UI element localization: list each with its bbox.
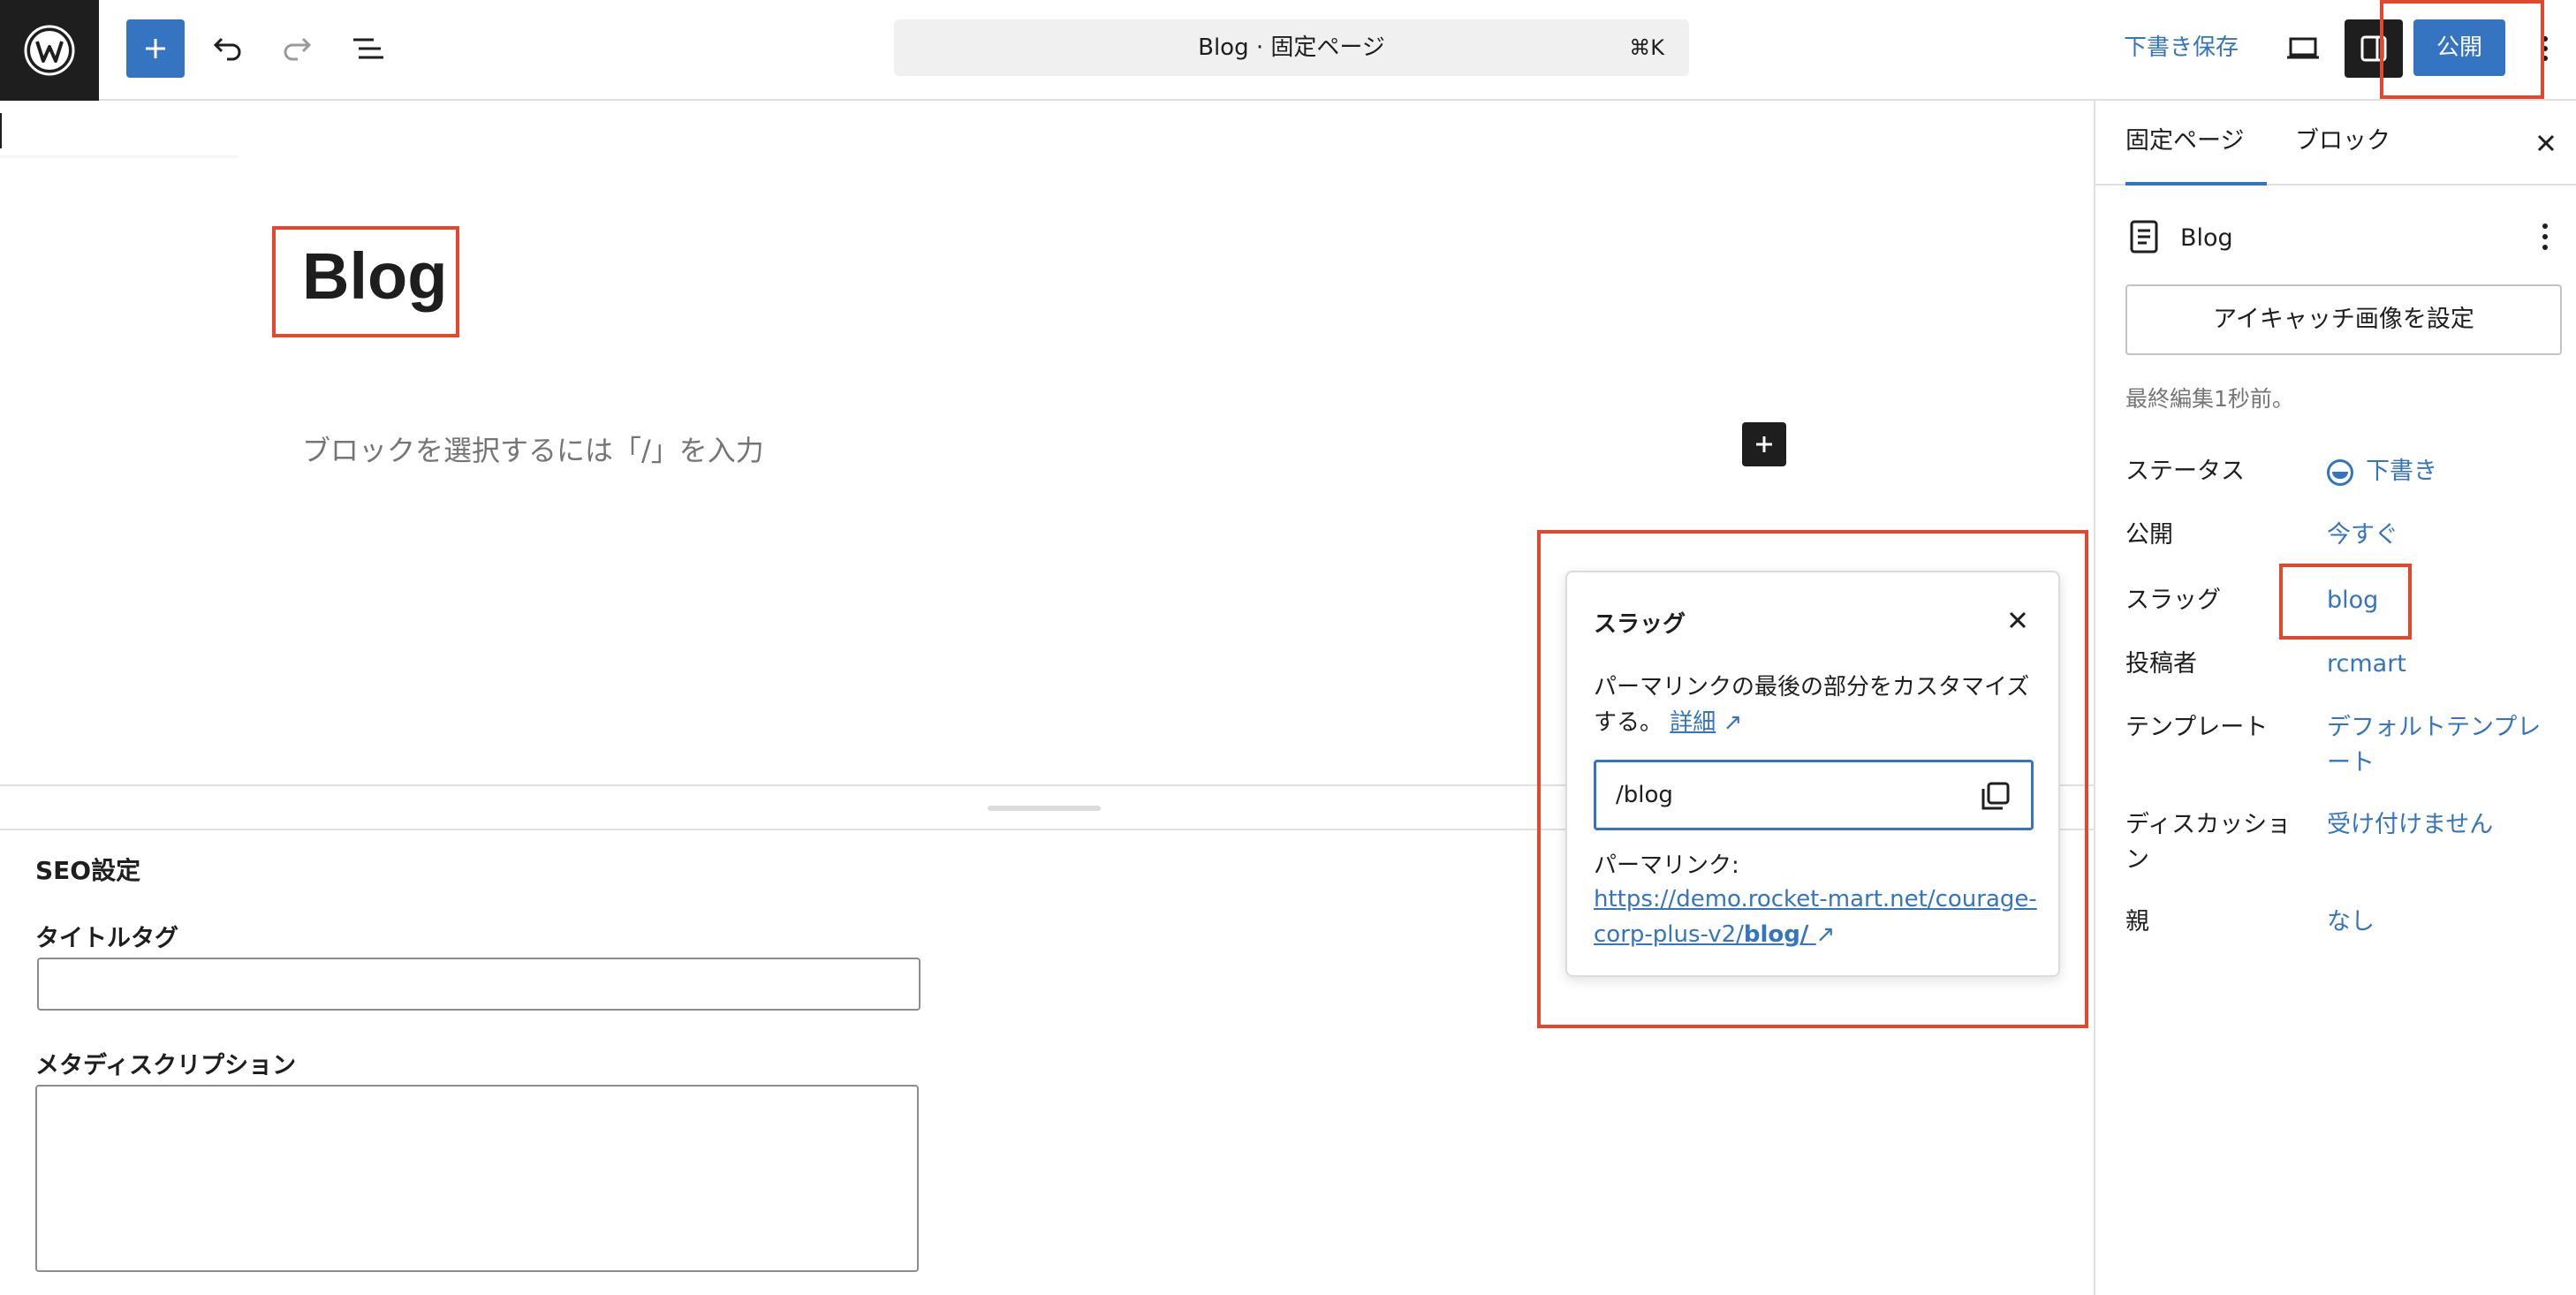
document-title: Blog · 固定ページ bbox=[1198, 34, 1385, 61]
text-caret bbox=[0, 113, 2, 148]
wordpress-logo-icon[interactable] bbox=[0, 0, 99, 101]
parent-value[interactable]: なし bbox=[2327, 905, 2557, 940]
options-menu-button[interactable] bbox=[2523, 19, 2567, 78]
redo-button[interactable] bbox=[269, 19, 327, 78]
slug-value[interactable]: blog bbox=[2327, 583, 2557, 618]
publish-label: 公開 bbox=[2125, 521, 2173, 549]
preview-icon bbox=[2287, 37, 2319, 59]
title-tag-label: タイトルタグ bbox=[35, 925, 178, 952]
undo-icon bbox=[213, 37, 241, 61]
meta-description-label: メタディスクリプション bbox=[35, 1052, 297, 1079]
last-edited-text: 最終編集1秒前。 bbox=[2125, 386, 2294, 412]
tab-page[interactable]: 固定ページ bbox=[2125, 101, 2267, 186]
permalink-label: パーマリンク: bbox=[1594, 852, 1739, 879]
redo-icon bbox=[284, 37, 312, 61]
sidebar-doc-title: Blog bbox=[2180, 224, 2233, 252]
plus-icon bbox=[146, 39, 165, 58]
meta-description-textarea[interactable] bbox=[35, 1085, 919, 1272]
status-value[interactable]: 下書き bbox=[2327, 454, 2557, 489]
undo-button[interactable] bbox=[198, 19, 256, 78]
meta-box-resize-handle[interactable] bbox=[988, 806, 1101, 811]
learn-more-link[interactable]: 詳細 bbox=[1670, 709, 1716, 736]
sidebar-close-button[interactable] bbox=[2530, 127, 2562, 159]
author-value[interactable]: rcmart bbox=[2327, 647, 2557, 682]
slug-input[interactable]: /blog bbox=[1594, 760, 2034, 830]
more-vertical-icon bbox=[2542, 36, 2548, 61]
slug-input-value: /blog bbox=[1616, 782, 1673, 808]
save-draft-button[interactable]: 下書き保存 bbox=[2124, 19, 2239, 76]
status-value-text: 下書き bbox=[2366, 458, 2437, 485]
status-label: ステータス bbox=[2125, 458, 2245, 485]
external-link-icon: ↗ bbox=[1723, 709, 1743, 736]
slug-description-text: パーマリンクの最後の部分をカスタマイズする。 bbox=[1594, 674, 2030, 736]
template-value[interactable]: デフォルトテンプレート bbox=[2327, 710, 2548, 781]
inline-block-inserter-button[interactable] bbox=[1742, 422, 1786, 466]
more-vertical-icon[interactable] bbox=[2532, 219, 2558, 254]
discussion-label: ディスカッション bbox=[2125, 811, 2292, 874]
discussion-value[interactable]: 受け付けません bbox=[2327, 807, 2557, 843]
settings-toggle-button[interactable] bbox=[2345, 19, 2403, 78]
block-inserter-button[interactable] bbox=[126, 19, 185, 78]
slug-popover-close-button[interactable] bbox=[2002, 604, 2034, 636]
publish-button[interactable]: 公開 bbox=[2413, 19, 2505, 76]
plus-icon bbox=[1756, 436, 1772, 452]
copy-icon[interactable] bbox=[1980, 780, 2012, 812]
toolbar-shadow bbox=[0, 155, 239, 159]
slug-label: スラッグ bbox=[2125, 587, 2221, 614]
draft-status-icon bbox=[2327, 458, 2353, 486]
author-label: 投稿者 bbox=[2125, 650, 2197, 678]
publish-date-value[interactable]: 今すぐ bbox=[2327, 518, 2557, 553]
page-icon bbox=[2130, 220, 2158, 254]
external-link-icon: ↗ bbox=[1815, 921, 1836, 948]
slug-description: パーマリンクの最後の部分をカスタマイズする。 詳細 ↗ bbox=[1594, 670, 2044, 740]
sidebar-tabs: 固定ページ ブロック bbox=[2095, 101, 2576, 186]
slug-popover-title: スラッグ bbox=[1594, 611, 1686, 638]
preview-button[interactable] bbox=[2274, 19, 2332, 78]
settings-sidebar-icon bbox=[2360, 35, 2387, 62]
title-tag-input[interactable] bbox=[37, 958, 921, 1011]
close-icon bbox=[2537, 134, 2555, 152]
template-label: テンプレート bbox=[2125, 714, 2269, 741]
seo-section-title: SEO設定 bbox=[35, 856, 141, 885]
document-overview-icon bbox=[353, 38, 383, 59]
editor-header: Blog · 固定ページ ⌘K 下書き保存 公開 bbox=[0, 0, 2576, 101]
command-palette-bar[interactable]: Blog · 固定ページ ⌘K bbox=[894, 19, 1689, 76]
permalink-link[interactable]: https://demo.rocket-mart.net/courage-cor… bbox=[1594, 882, 2044, 952]
parent-label: 親 bbox=[2125, 908, 2149, 935]
close-icon bbox=[2009, 611, 2027, 629]
post-title[interactable]: Blog bbox=[302, 237, 447, 316]
block-placeholder[interactable]: ブロックを選択するには「/」を入力 bbox=[302, 429, 764, 472]
slug-popover: スラッグ パーマリンクの最後の部分をカスタマイズする。 詳細 ↗ /blog パ… bbox=[1565, 571, 2060, 977]
tab-block[interactable]: ブロック bbox=[2295, 101, 2390, 186]
shortcut-hint: ⌘K bbox=[1629, 35, 1664, 60]
permalink-slug: blog/ bbox=[1743, 921, 1809, 948]
set-featured-image-button[interactable]: アイキャッチ画像を設定 bbox=[2125, 284, 2562, 355]
settings-sidebar: 固定ページ ブロック Blog アイキャッチ画像を設定 最終編集1秒前。 ステー… bbox=[2094, 101, 2576, 1295]
document-overview-button[interactable] bbox=[339, 19, 398, 78]
